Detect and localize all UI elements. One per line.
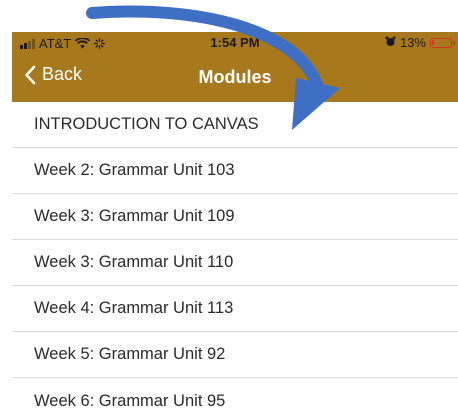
module-item[interactable]: Week 5: Grammar Unit 92 [12,332,458,378]
screenshot: AT&T 1:54 PM 13% Back Modules INTRODUCTI… [0,0,458,415]
back-label: Back [42,64,83,84]
module-item[interactable]: Week 3: Grammar Unit 110 [12,240,458,286]
app-header: AT&T 1:54 PM 13% Back Modules [12,32,458,102]
alarm-icon [385,35,396,50]
module-item[interactable]: Week 2: Grammar Unit 103 [12,148,458,194]
module-title: Week 4: Grammar Unit 113 [34,299,234,317]
module-item[interactable]: Week 4: Grammar Unit 113 [12,286,458,332]
battery-icon [430,37,455,48]
battery-percent: 13% [399,35,426,50]
status-bar: AT&T 1:54 PM 13% [12,32,458,54]
module-title: INTRODUCTION TO CANVAS [34,115,259,133]
battery-level [432,39,434,45]
module-title: Week 3: Grammar Unit 109 [34,207,235,225]
module-title: Week 5: Grammar Unit 92 [34,345,226,363]
module-list: INTRODUCTION TO CANVAS Week 2: Grammar U… [12,102,458,415]
back-button[interactable]: Back [24,64,82,85]
module-title: Week 3: Grammar Unit 110 [34,253,234,271]
navigation-bar: Back Modules [12,54,458,102]
status-right: 13% [385,35,455,50]
module-item[interactable]: Week 6: Grammar Unit 95 [12,378,458,415]
chevron-left-icon [24,65,36,85]
module-item[interactable]: INTRODUCTION TO CANVAS [12,102,458,148]
module-title: Week 2: Grammar Unit 103 [34,161,235,179]
module-title: Week 6: Grammar Unit 95 [34,391,226,410]
module-item[interactable]: Week 3: Grammar Unit 109 [12,194,458,240]
